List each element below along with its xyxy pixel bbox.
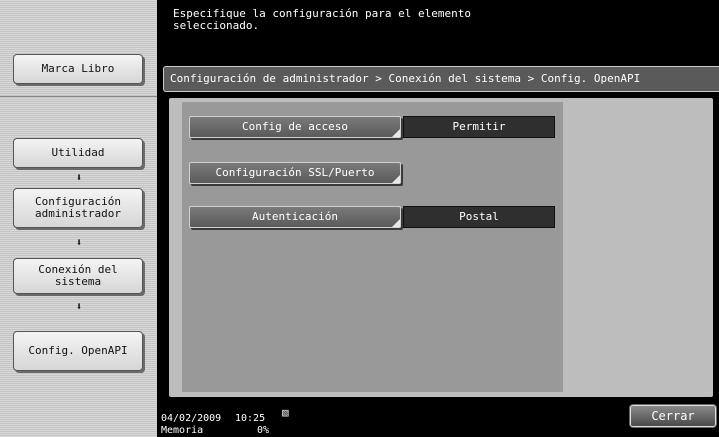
main-area: Config de acceso Permitir Configuración … [157,98,719,403]
status-footer: 04/02/2009 10:25 ▧ Memoria 0% Cerrar [157,403,719,437]
content-panel: Config de acceso Permitir Configuración … [169,98,713,397]
network-status-icon: ▧ [282,406,289,419]
screen: Marca Libro Utilidad ⬇ Configuración adm… [0,0,719,437]
sidebar-item-conexion-sistema[interactable]: Conexión del sistema [13,258,143,294]
close-button[interactable]: Cerrar [630,405,716,427]
down-arrow-icon: ⬇ [75,171,83,184]
breadcrumb: Configuración de administrador > Conexió… [163,66,719,92]
down-arrow-icon: ⬇ [75,300,83,313]
access-config-value: Permitir [403,116,555,138]
memory-label: Memoria [161,425,204,436]
bookmark-button[interactable]: Marca Libro [13,54,143,84]
instruction-text: Especifique la configuración para el ele… [173,7,472,32]
breadcrumb-bar: Configuración de administrador > Conexió… [157,58,719,98]
access-config-button[interactable]: Config de acceso [189,116,401,138]
sidebar-divider [0,96,157,97]
authentication-button[interactable]: Autenticación [189,206,401,228]
memory-value: 0% [257,425,270,436]
authentication-value: Postal [403,206,555,228]
sidebar: Marca Libro Utilidad ⬇ Configuración adm… [0,0,157,437]
sidebar-item-utilidad[interactable]: Utilidad [13,138,143,168]
time-text: 10:25 [235,413,266,424]
down-arrow-icon: ⬇ [75,236,83,249]
ssl-port-config-button[interactable]: Configuración SSL/Puerto [189,162,401,184]
date-text: 04/02/2009 [161,413,222,424]
sidebar-item-config-openapi[interactable]: Config. OpenAPI [13,331,143,371]
settings-panel: Config de acceso Permitir Configuración … [182,102,563,392]
instruction-header: Especifique la configuración para el ele… [157,0,719,58]
sidebar-item-configuracion-administrador[interactable]: Configuración administrador [13,188,143,228]
